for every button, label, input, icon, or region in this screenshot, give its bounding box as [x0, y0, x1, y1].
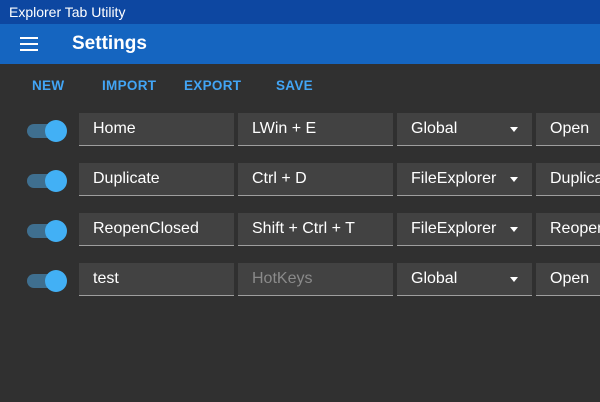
action-select[interactable]: Open	[536, 263, 600, 296]
dropdown-arrow-icon	[510, 127, 518, 132]
hotkey-row: Duplicate Ctrl + D FileExplorer Duplicat…	[0, 163, 600, 197]
hotkey-row: Home LWin + E Global Open	[0, 113, 600, 147]
action-select[interactable]: Duplicate	[536, 163, 600, 196]
dropdown-arrow-icon	[510, 177, 518, 182]
enabled-toggle[interactable]	[27, 220, 67, 242]
hotkey-row: test HotKeys Global Open	[0, 263, 600, 297]
dropdown-arrow-icon	[510, 227, 518, 232]
hotkey-field[interactable]: Shift + Ctrl + T	[238, 213, 393, 246]
hotkey-field[interactable]: HotKeys	[238, 263, 393, 296]
scope-value: Global	[411, 270, 458, 287]
action-value: Open	[550, 120, 590, 137]
app-bar: Settings	[0, 24, 600, 64]
window-titlebar: Explorer Tab Utility	[0, 0, 600, 24]
hotkey-row: ReopenClosed Shift + Ctrl + T FileExplor…	[0, 213, 600, 247]
action-value: ReopenClosed	[550, 220, 600, 237]
action-value: Open	[550, 270, 590, 287]
import-button[interactable]: IMPORT	[102, 76, 156, 96]
name-field[interactable]: Duplicate	[79, 163, 234, 196]
hotkey-field[interactable]: LWin + E	[238, 113, 393, 146]
action-select[interactable]: Open	[536, 113, 600, 146]
hotkey-field[interactable]: Ctrl + D	[238, 163, 393, 196]
enabled-toggle[interactable]	[27, 170, 67, 192]
name-field[interactable]: ReopenClosed	[79, 213, 234, 246]
scope-select[interactable]: Global	[397, 263, 532, 296]
scope-value: FileExplorer	[411, 220, 497, 237]
scope-value: Global	[411, 120, 458, 137]
menu-icon[interactable]	[14, 32, 42, 56]
action-select[interactable]: ReopenClosed	[536, 213, 600, 246]
new-button[interactable]: NEW	[32, 76, 64, 96]
scope-select[interactable]: FileExplorer	[397, 213, 532, 246]
scope-select[interactable]: FileExplorer	[397, 163, 532, 196]
page-title: Settings	[72, 33, 147, 54]
scope-value: FileExplorer	[411, 170, 497, 187]
action-value: Duplicate	[550, 170, 600, 187]
save-button[interactable]: SAVE	[276, 76, 313, 96]
export-button[interactable]: EXPORT	[184, 76, 241, 96]
name-field[interactable]: test	[79, 263, 234, 296]
enabled-toggle[interactable]	[27, 270, 67, 292]
scope-select[interactable]: Global	[397, 113, 532, 146]
name-field[interactable]: Home	[79, 113, 234, 146]
dropdown-arrow-icon	[510, 277, 518, 282]
window-title: Explorer Tab Utility	[9, 4, 126, 20]
enabled-toggle[interactable]	[27, 120, 67, 142]
